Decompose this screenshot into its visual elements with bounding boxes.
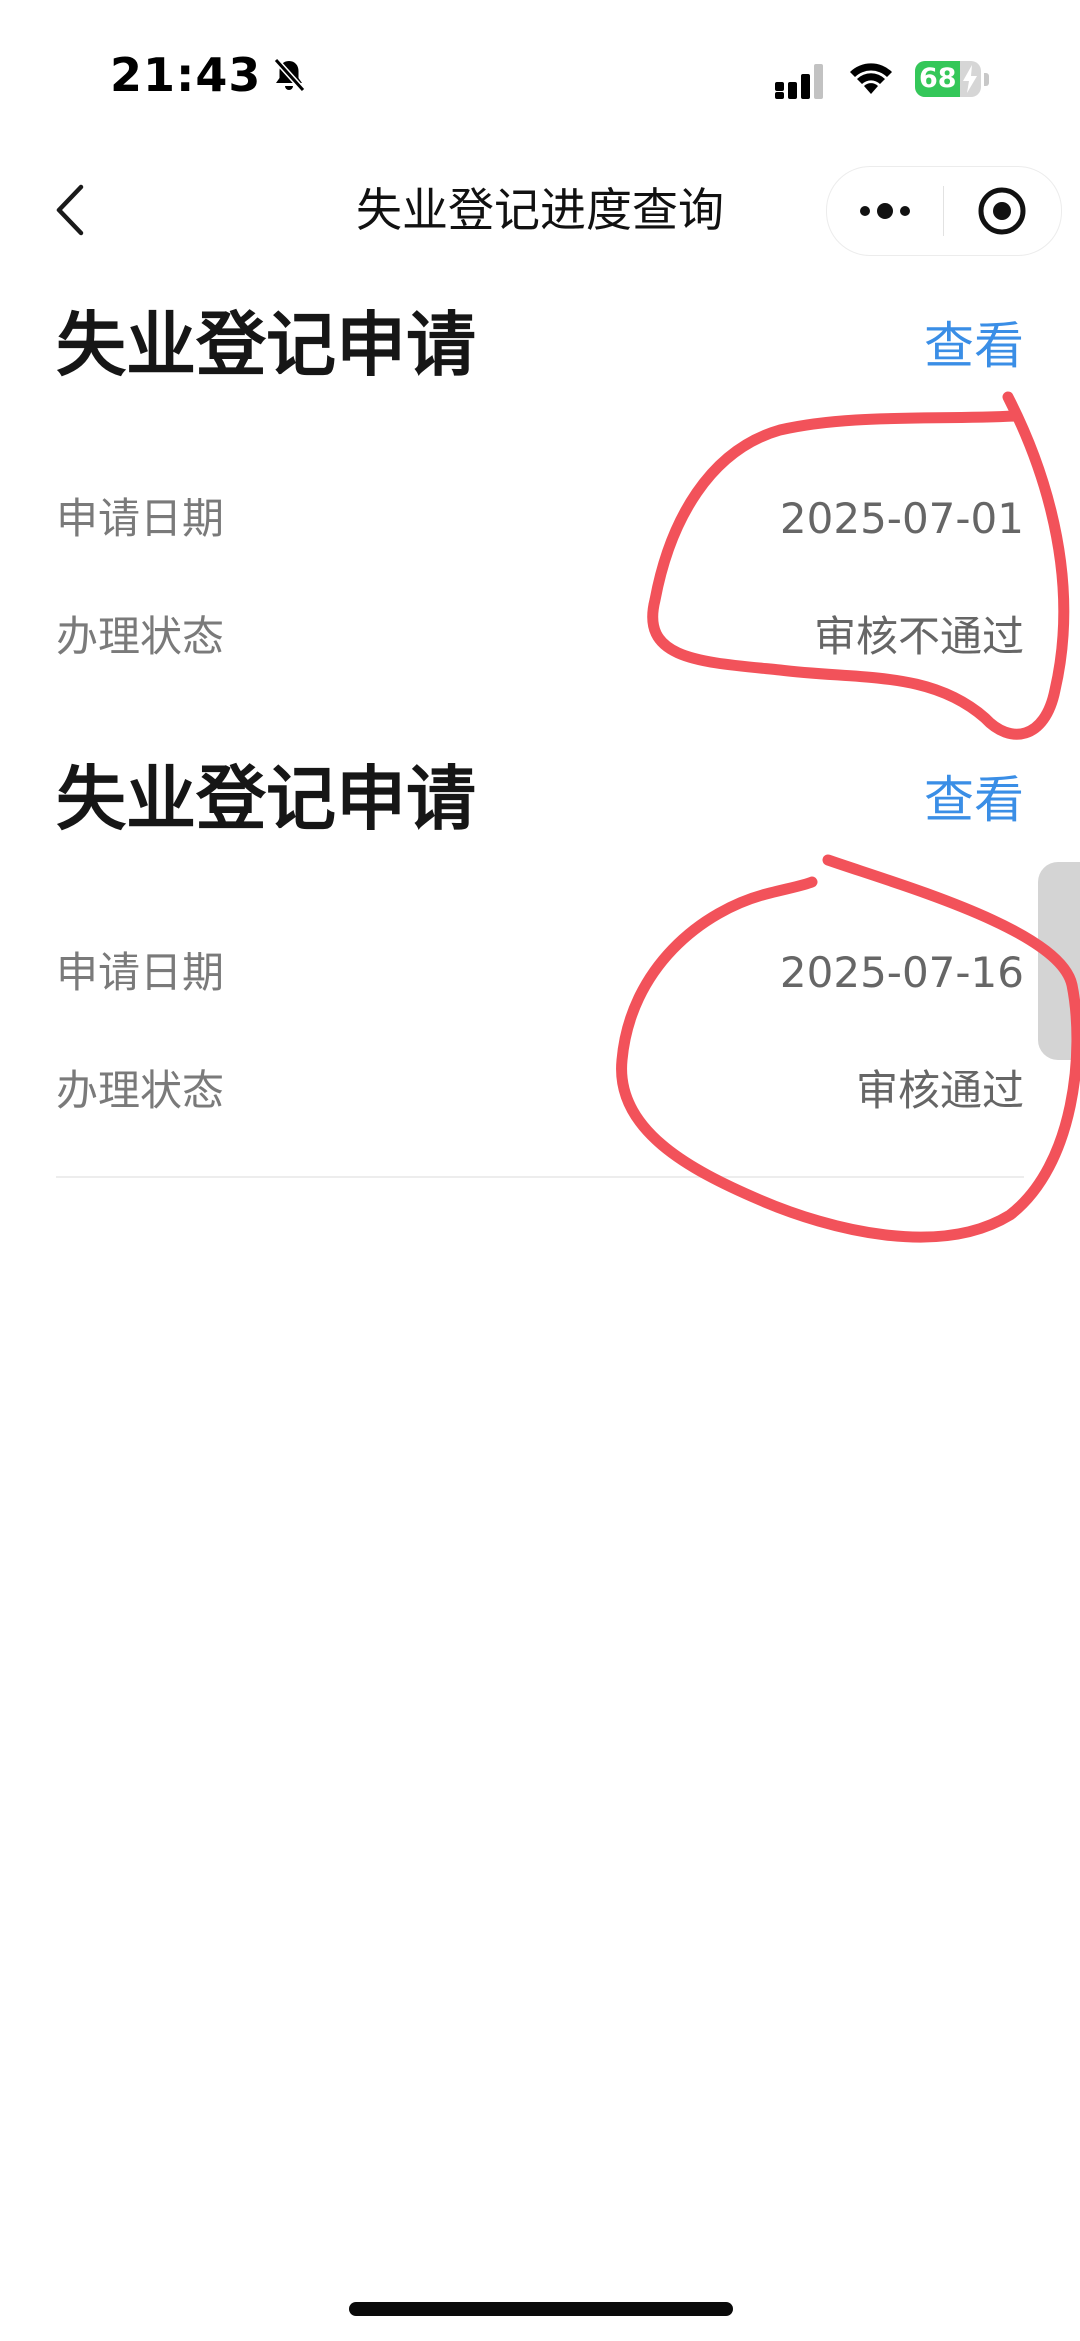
status-value: 审核不通过 <box>813 612 1024 661</box>
date-row: 申请日期 2025-07-16 <box>56 938 1024 1008</box>
record-card: 失业登记申请 查看 申请日期 2025-07-01 办理状态 审核不通过 <box>0 300 1080 700</box>
status-label: 办理状态 <box>56 612 225 661</box>
chevron-left-icon <box>56 184 84 236</box>
battery-level: 68 <box>919 63 957 94</box>
battery-indicator: 68 <box>915 60 991 98</box>
date-label: 申请日期 <box>56 948 225 997</box>
status-row: 办理状态 审核不通过 <box>56 602 1024 672</box>
mini-program-capsule <box>826 166 1062 256</box>
date-value: 2025-07-16 <box>779 948 1024 997</box>
status-bar: 21:43 68 <box>0 0 1080 150</box>
target-circle-icon <box>978 187 1026 235</box>
record-title: 失业登记申请 <box>56 304 476 386</box>
record-card: 失业登记申请 查看 申请日期 2025-07-16 办理状态 审核通过 <box>0 754 1080 1154</box>
date-row: 申请日期 2025-07-01 <box>56 484 1024 554</box>
status-row: 办理状态 审核通过 <box>56 1056 1024 1126</box>
cellular-signal-icon <box>775 64 823 99</box>
view-button[interactable]: 查看 <box>924 762 1024 838</box>
nav-bar: 失业登记进度查询 <box>0 150 1080 270</box>
more-dots-icon <box>860 203 910 219</box>
close-mini-program-button[interactable] <box>944 167 1060 255</box>
status-value: 审核通过 <box>855 1066 1024 1115</box>
date-value: 2025-07-01 <box>779 494 1024 543</box>
list-divider <box>56 1176 1024 1178</box>
side-scroll-handle[interactable] <box>1038 862 1080 1060</box>
date-label: 申请日期 <box>56 494 225 543</box>
wifi-icon <box>850 63 892 94</box>
view-button[interactable]: 查看 <box>924 308 1024 384</box>
back-button[interactable] <box>40 180 100 240</box>
bolt-icon <box>963 65 977 93</box>
more-button[interactable] <box>827 167 943 255</box>
home-indicator[interactable] <box>349 2302 733 2316</box>
status-label: 办理状态 <box>56 1066 225 1115</box>
status-time-text: 21:43 <box>110 48 262 102</box>
bell-slash-icon <box>274 57 306 93</box>
battery-body: 68 <box>915 61 981 97</box>
battery-cap <box>984 72 989 86</box>
record-title: 失业登记申请 <box>56 758 476 840</box>
status-time: 21:43 <box>110 48 309 102</box>
